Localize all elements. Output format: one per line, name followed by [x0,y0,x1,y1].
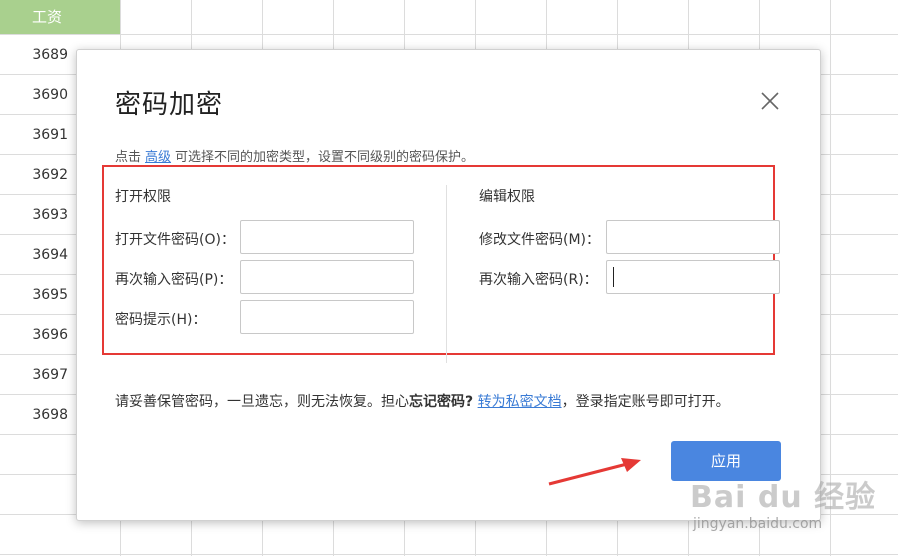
hint-prefix: 点击 [115,150,142,165]
text-caret [613,267,614,287]
advanced-link[interactable]: 高级 [145,150,171,165]
password-hint-label: 密码提示(H)： [115,312,207,328]
hint-suffix: 可选择不同的加密类型，设置不同级别的密码保护。 [175,150,475,165]
password-warning-note: 请妥善保管密码，一旦遗忘，则无法恢复。担心忘记密码? 转为私密文档，登录指定账号… [115,391,730,411]
forgot-password-text: 忘记密码? [409,394,474,410]
row-number-cell[interactable]: 3694 [0,235,68,275]
watermark-brand: Bai du 经验 [690,480,877,515]
hint-text: 点击 高级 可选择不同的加密类型，设置不同级别的密码保护。 [115,146,474,165]
row-number-cell[interactable]: 3698 [0,395,68,435]
section-divider [446,185,447,363]
edit-password-label: 修改文件密码(M)： [479,232,601,248]
row-number-cell[interactable]: 3697 [0,355,68,395]
convert-private-link[interactable]: 转为私密文档 [478,394,562,410]
edit-confirm-field[interactable] [606,260,780,294]
edit-permission-title: 编辑权限 [479,189,535,205]
open-permission-title: 打开权限 [115,189,171,205]
password-hint-field[interactable] [240,300,414,334]
red-arrow-annotation [548,458,641,486]
grid-row-line [0,554,898,555]
dialog-title: 密码加密 [115,90,224,120]
grid-row-line [0,34,898,35]
open-password-field[interactable] [240,220,414,254]
edit-password-field[interactable] [606,220,780,254]
close-icon[interactable] [759,90,781,112]
open-confirm-field[interactable] [240,260,414,294]
note-text-1: 请妥善保管密码，一旦遗忘，则无法恢复。担心 [115,394,409,410]
row-number-cell[interactable]: 3689 [0,35,68,75]
row-number-cell[interactable]: 3690 [0,75,68,115]
open-password-label: 打开文件密码(O)： [115,232,235,248]
baidu-watermark: Bai du 经验 jingyan.baidu.com [690,472,890,548]
password-encryption-dialog: 密码加密 点击 高级 可选择不同的加密类型，设置不同级别的密码保护。 打开权限 打开… [76,49,821,521]
row-number-cell[interactable]: 3696 [0,315,68,355]
row-number-cell[interactable]: 3695 [0,275,68,315]
open-confirm-label: 再次输入密码(P)： [115,272,233,288]
row-number-cell[interactable]: 3692 [0,155,68,195]
column-header-cell[interactable]: 工资 [0,0,120,34]
row-number-cell[interactable]: 3693 [0,195,68,235]
edit-confirm-label: 再次输入密码(R)： [479,272,598,288]
row-number-cell[interactable]: 3691 [0,115,68,155]
watermark-url: jingyan.baidu.com [693,516,823,532]
note-text-2: ，登录指定账号即可打开。 [561,394,730,410]
